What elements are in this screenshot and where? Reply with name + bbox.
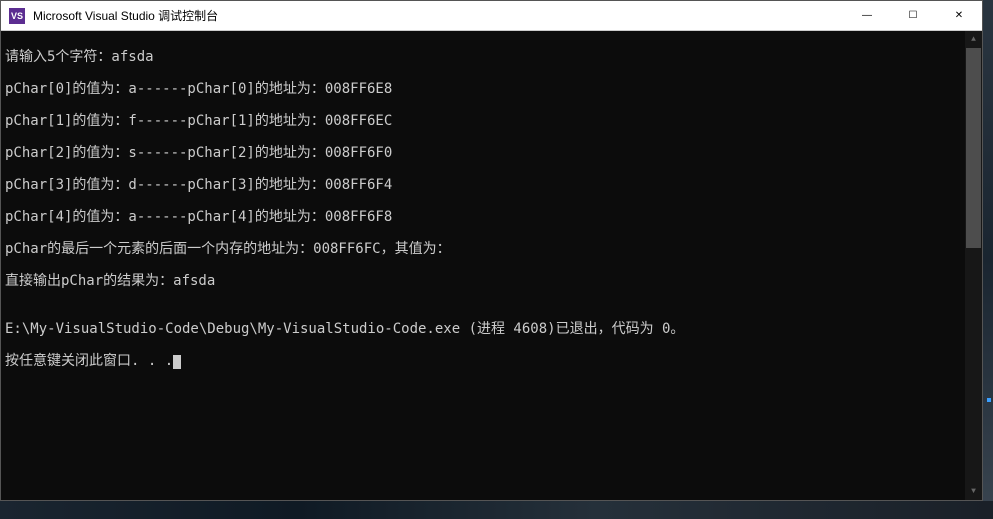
console-line: pChar[2]的值为：s------pChar[2]的地址为：008FF6F0 [5, 145, 961, 161]
console-line: 按任意键关闭此窗口. . . [5, 353, 961, 369]
console-line: pChar[0]的值为：a------pChar[0]的地址为：008FF6E8 [5, 81, 961, 97]
console-line: pChar[4]的值为：a------pChar[4]的地址为：008FF6F8 [5, 209, 961, 225]
console-line: 直接输出pChar的结果为：afsda [5, 273, 961, 289]
console-line: E:\My-VisualStudio-Code\Debug\My-VisualS… [5, 321, 961, 337]
background-edge [983, 0, 993, 519]
scroll-up-arrow-icon[interactable]: ▲ [965, 31, 982, 48]
app-icon: VS [9, 8, 25, 24]
console-line: pChar[1]的值为：f------pChar[1]的地址为：008FF6EC [5, 113, 961, 129]
scrollbar-thumb[interactable] [966, 48, 981, 248]
console-output[interactable]: 请输入5个字符：afsda pChar[0]的值为：a------pChar[0… [1, 31, 965, 500]
cursor-icon [173, 355, 181, 369]
background-accent [987, 398, 991, 402]
maximize-button[interactable]: ☐ [890, 1, 936, 30]
console-area: 请输入5个字符：afsda pChar[0]的值为：a------pChar[0… [1, 31, 982, 500]
background-strip [0, 501, 993, 519]
console-line: pChar的最后一个元素的后面一个内存的地址为：008FF6FC，其值为： [5, 241, 961, 257]
window-title: Microsoft Visual Studio 调试控制台 [33, 7, 844, 24]
console-line: 请输入5个字符：afsda [5, 49, 961, 65]
titlebar[interactable]: VS Microsoft Visual Studio 调试控制台 — ☐ ✕ [1, 1, 982, 31]
console-window: VS Microsoft Visual Studio 调试控制台 — ☐ ✕ 请… [0, 0, 983, 501]
vertical-scrollbar[interactable]: ▲ ▼ [965, 31, 982, 500]
scroll-down-arrow-icon[interactable]: ▼ [965, 483, 982, 500]
console-line: pChar[3]的值为：d------pChar[3]的地址为：008FF6F4 [5, 177, 961, 193]
minimize-button[interactable]: — [844, 1, 890, 30]
close-button[interactable]: ✕ [936, 1, 982, 30]
window-controls: — ☐ ✕ [844, 1, 982, 30]
